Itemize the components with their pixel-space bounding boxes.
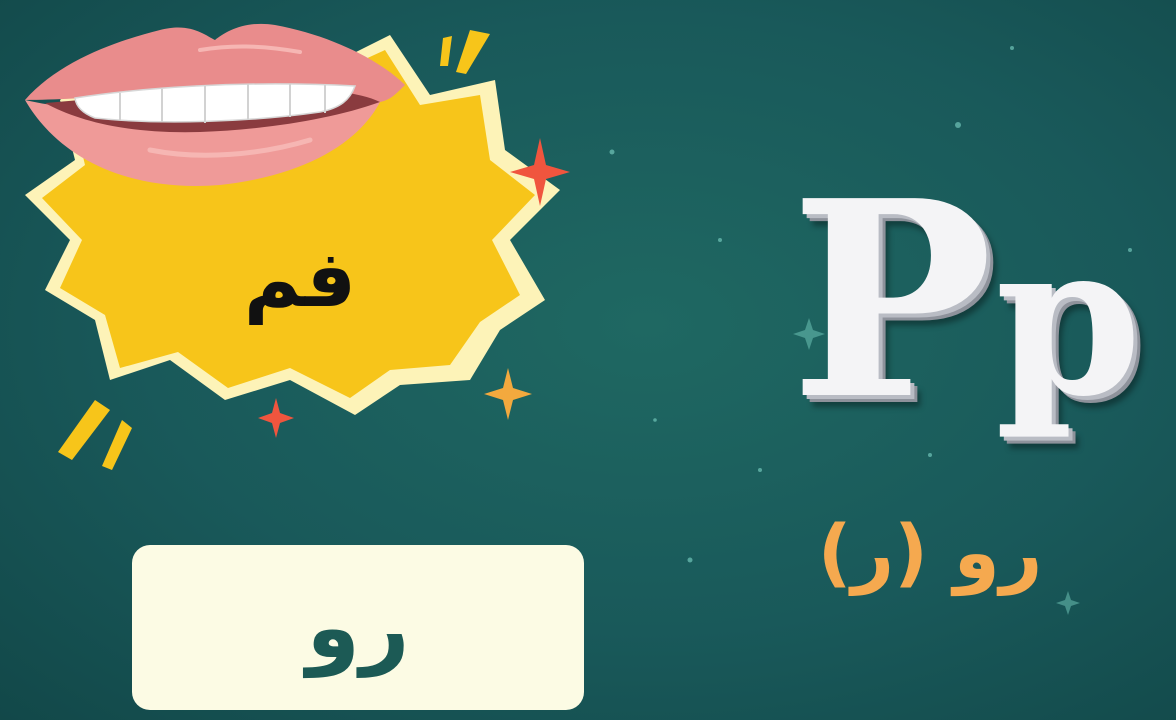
letter-pronunciation: رو (ر) [817, 510, 1043, 596]
word-card: رو [132, 545, 584, 710]
letter-display: P p [790, 165, 1150, 485]
word-card-text: رو [306, 577, 410, 678]
letter-uppercase: P [790, 141, 994, 459]
orange-star-icon [484, 368, 532, 420]
red-star-icon [258, 398, 294, 438]
letter-lowercase: p [995, 196, 1142, 443]
mouth-word-label: فم [243, 235, 357, 325]
